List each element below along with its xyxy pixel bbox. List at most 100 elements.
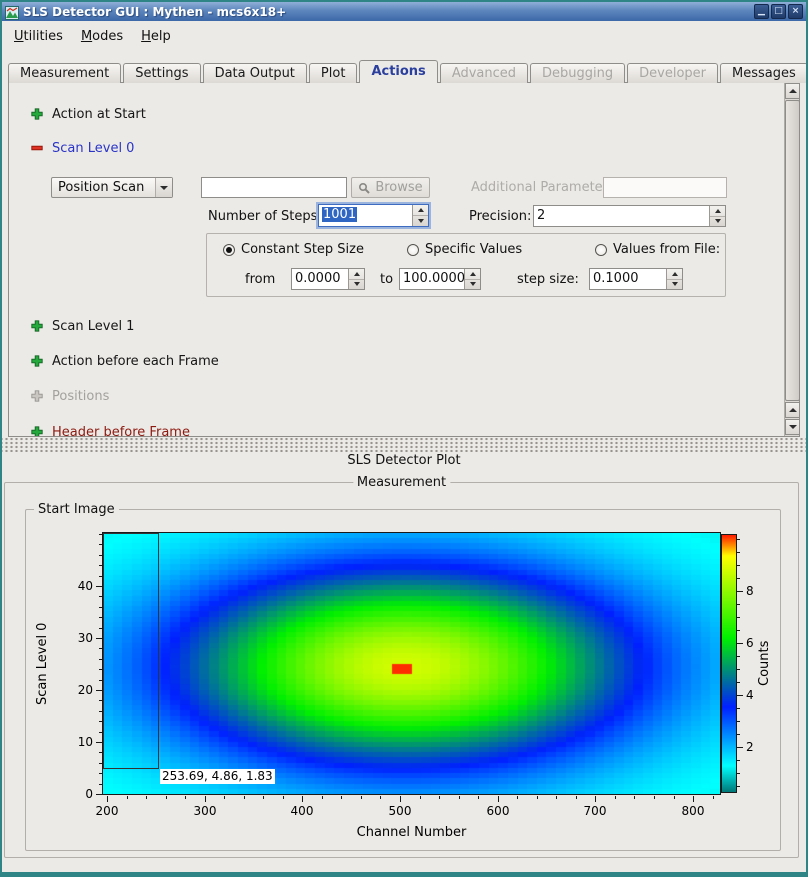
action-row-positions[interactable]: Positions bbox=[31, 388, 109, 404]
axis-tick bbox=[737, 578, 740, 579]
axis-tick bbox=[99, 544, 102, 545]
spin-buttons[interactable] bbox=[709, 206, 725, 226]
axis-tick bbox=[127, 796, 128, 799]
action-row-header-before-frame[interactable]: Header before Frame bbox=[31, 424, 190, 437]
axis-tick bbox=[96, 794, 102, 795]
plus-green-icon bbox=[31, 320, 43, 332]
action-row-scan-level-1[interactable]: Scan Level 1 bbox=[31, 318, 134, 334]
chevron-down-icon bbox=[155, 178, 172, 197]
tab-messages[interactable]: Messages bbox=[720, 63, 808, 83]
heatmap-canvas[interactable] bbox=[102, 532, 721, 795]
spin-down-icon[interactable] bbox=[413, 216, 428, 226]
step-mode-group: Constant Step Size Specific Values Values … bbox=[206, 233, 726, 297]
scan-mode-select[interactable]: Position Scan bbox=[51, 177, 173, 198]
axis-tick bbox=[439, 796, 440, 799]
spin-buttons[interactable] bbox=[666, 269, 682, 289]
scroll-down-button[interactable] bbox=[785, 419, 800, 435]
axis-tick bbox=[737, 643, 743, 644]
splitter-handle[interactable] bbox=[2, 438, 806, 452]
tick-label: 30 bbox=[67, 631, 93, 645]
tab-data-output[interactable]: Data Output bbox=[203, 63, 307, 83]
action-row-label: Action at Start bbox=[52, 107, 146, 122]
vertical-scrollbar[interactable] bbox=[784, 83, 800, 436]
axis-tick bbox=[99, 711, 102, 712]
tick-label: 200 bbox=[87, 804, 127, 818]
axis-tick bbox=[107, 796, 108, 802]
spin-buttons[interactable] bbox=[348, 269, 364, 289]
spin-buttons[interactable] bbox=[412, 205, 428, 226]
radio-values-from-file[interactable]: Values from File: bbox=[595, 242, 720, 257]
browse-icon bbox=[358, 182, 370, 194]
to-label: to bbox=[380, 272, 393, 287]
axis-tick bbox=[478, 796, 479, 799]
plus-green-icon bbox=[31, 108, 43, 120]
tab-settings[interactable]: Settings bbox=[123, 63, 200, 83]
spin-up-icon[interactable] bbox=[710, 206, 725, 217]
action-row-scan-level-0[interactable]: Scan Level 0 bbox=[31, 140, 134, 156]
tab-measurement[interactable]: Measurement bbox=[8, 63, 121, 83]
scroll-up-button-bottom[interactable] bbox=[785, 402, 800, 418]
axis-tick bbox=[99, 763, 102, 764]
window-buttons: ▁□× bbox=[754, 4, 803, 19]
axis-tick bbox=[99, 721, 102, 722]
precision-spinbox[interactable]: 2 bbox=[533, 205, 726, 227]
tab-actions[interactable]: Actions bbox=[359, 60, 437, 83]
scrollbar-thumb[interactable] bbox=[785, 100, 800, 401]
radio-specific-values[interactable]: Specific Values bbox=[407, 242, 522, 257]
radio-constant-step-size[interactable]: Constant Step Size bbox=[223, 242, 364, 257]
axis-tick bbox=[99, 773, 102, 774]
step-size-spinbox[interactable]: 0.1000 bbox=[589, 268, 683, 290]
title-bar[interactable]: SLS Detector GUI : Mythen - mcs6x18+ ▁□× bbox=[2, 2, 806, 21]
precision-value: 2 bbox=[534, 206, 709, 226]
spin-up-icon[interactable] bbox=[465, 269, 480, 280]
tick-label: 20 bbox=[67, 683, 93, 697]
axis-tick bbox=[99, 680, 102, 681]
axis-tick bbox=[283, 796, 284, 799]
menu-modes[interactable]: Modes bbox=[73, 26, 131, 47]
axis-tick bbox=[99, 596, 102, 597]
axis-tick bbox=[737, 682, 740, 683]
number-of-steps-spinbox[interactable]: 1001 bbox=[318, 204, 429, 227]
spin-down-icon[interactable] bbox=[710, 217, 725, 227]
radio-label: Specific Values bbox=[425, 242, 522, 257]
measurement-group: Measurement Start Image Scan Level 0 Cha… bbox=[4, 482, 799, 858]
scroll-up-button[interactable] bbox=[785, 83, 800, 99]
maximize-button[interactable]: □ bbox=[771, 4, 786, 19]
axis-tick bbox=[737, 656, 740, 657]
close-button[interactable]: × bbox=[788, 4, 803, 19]
axis-tick bbox=[615, 796, 616, 799]
app-window: SLS Detector GUI : Mythen - mcs6x18+ ▁□×… bbox=[0, 0, 808, 877]
spin-down-icon[interactable] bbox=[465, 280, 480, 290]
spin-down-icon[interactable] bbox=[667, 280, 682, 290]
spin-up-icon[interactable] bbox=[413, 205, 428, 216]
to-spinbox[interactable]: 100.0000 bbox=[399, 268, 481, 290]
axis-tick bbox=[205, 796, 206, 802]
axis-tick bbox=[380, 796, 381, 799]
axis-tick bbox=[537, 796, 538, 799]
from-spinbox[interactable]: 0.0000 bbox=[291, 268, 365, 290]
axis-tick bbox=[737, 773, 740, 774]
tab-plot[interactable]: Plot bbox=[309, 63, 358, 83]
action-row-action-before-frame[interactable]: Action before each Frame bbox=[31, 353, 219, 369]
axis-tick bbox=[400, 796, 401, 802]
plot-dock-title: SLS Detector Plot bbox=[2, 453, 806, 471]
tick-label: 10 bbox=[67, 735, 93, 749]
spin-buttons[interactable] bbox=[464, 269, 480, 289]
axis-tick bbox=[361, 796, 362, 799]
start-image-group: Start Image Scan Level 0 Channel Number … bbox=[25, 509, 781, 851]
plus-green-icon bbox=[31, 355, 43, 367]
spin-up-icon[interactable] bbox=[349, 269, 364, 280]
action-row-action-at-start[interactable]: Action at Start bbox=[31, 106, 146, 122]
spin-up-icon[interactable] bbox=[667, 269, 682, 280]
axis-tick bbox=[674, 796, 675, 799]
axis-tick bbox=[99, 659, 102, 660]
axis-tick bbox=[737, 786, 740, 787]
spin-down-icon[interactable] bbox=[349, 280, 364, 290]
action-row-label: Action before each Frame bbox=[52, 354, 219, 369]
minimize-button[interactable]: ▁ bbox=[754, 4, 769, 19]
menu-bar: UtilitiesModesHelp bbox=[2, 21, 806, 51]
scan-script-input[interactable] bbox=[201, 177, 347, 198]
action-row-label: Scan Level 0 bbox=[52, 141, 134, 156]
menu-help[interactable]: Help bbox=[133, 26, 179, 47]
menu-utilities[interactable]: Utilities bbox=[6, 26, 71, 47]
